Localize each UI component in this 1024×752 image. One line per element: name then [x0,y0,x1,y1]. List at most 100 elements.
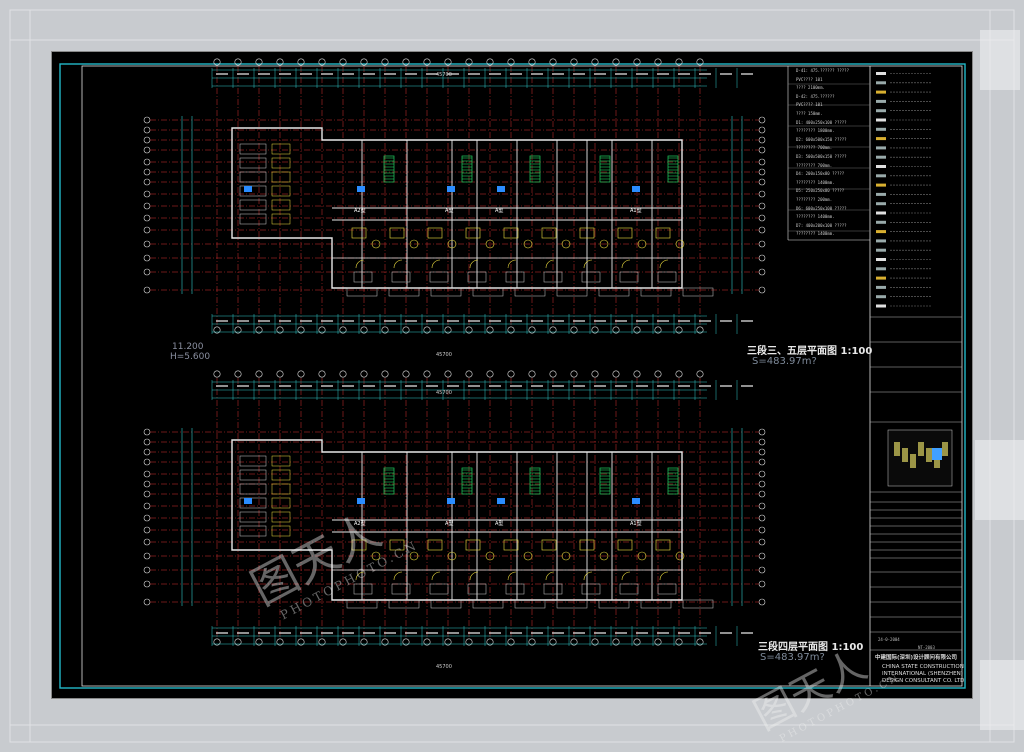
key-plan-block [926,448,932,462]
lower-axis-bubble-top [297,370,305,378]
lower-axis-bubble-left [143,538,151,546]
lower-door-swing [431,571,441,581]
tb-company-en-1: CHINA STATE CONSTRUCTION [882,664,964,670]
upper-room-fixture [657,271,677,283]
upper-room-tag [632,186,640,192]
upper-dim-text [531,320,543,322]
upper-dim-text [699,73,711,75]
legend-swatch [876,239,886,243]
upper-dim-text [720,320,732,322]
lower-axis-bubble-right [758,566,766,574]
upper-dim-text [300,320,312,322]
lower-furniture [617,539,633,551]
upper-axis-bubble-right [758,168,766,176]
lower-axis-bubble-top [360,370,368,378]
upper-wing-room [239,185,267,197]
lower-room-fixture [657,583,677,595]
upper-dim-text [405,320,417,322]
lower-balcony [598,599,630,609]
note-line: D3: 500x500x150 ????? [796,154,847,159]
overall-dimension-top: 45700 [436,72,452,78]
upper-dim-text [363,73,375,75]
note-line: ???? 150mm. [796,111,823,116]
upper-axis-bubble-left [143,226,151,234]
unit-tag: A2型 [354,208,366,214]
lower-axis-bubble-right [758,538,766,546]
upper-plan-area: S=483.97m? [752,356,817,367]
lower-dim-text [657,632,669,634]
upper-axis-bubble-right [758,286,766,294]
lower-dim-text [552,632,564,634]
lower-axis-bubble-left [143,438,151,446]
unit-tag: A1型 [630,208,642,214]
upper-axis-bubble-left [143,158,151,166]
upper-furniture [389,227,405,239]
upper-room-tag [447,186,455,192]
upper-dim-text [216,73,228,75]
lower-dim-text [216,632,228,634]
lower-dim-text [384,632,396,634]
note-line: D4: 200x150x80 ????? [796,171,845,177]
legend-swatch [876,304,886,308]
lower-dim-text [678,632,690,634]
upper-axis-bubble-right [758,178,766,186]
legend-swatch [876,258,886,261]
lower-dim-text [300,632,312,634]
lower-axis-bubble-left [143,580,151,588]
upper-dim-text [552,320,564,322]
upper-dim-text [279,320,291,322]
lower-dim-text [342,385,354,387]
lower-dim-text [531,385,543,387]
upper-door-swing [507,259,517,269]
tb-company-cn: 中建国际(深圳)设计顾问有限公司 [875,655,958,661]
upper-dim-text [531,73,543,75]
tb-date: 24-0-2004 [878,637,900,642]
upper-plan-title: 三段三、五层平面图 1:100 [747,346,873,357]
upper-dim-text [552,73,564,75]
lower-door-swing [393,571,403,581]
upper-axis-bubble-left [143,136,151,144]
upper-axis-bubble-left [143,202,151,210]
lower-wing-fixture [271,469,291,481]
lower-dim-text [699,632,711,634]
upper-furniture [541,227,557,239]
upper-dim-text [279,73,291,75]
lower-axis-bubble-right [758,470,766,478]
lower-dim-text [363,632,375,634]
upper-dim-text [321,320,333,322]
upper-dim-text [489,320,501,322]
lower-axis-bubble-top [276,370,284,378]
lower-dim-text [237,632,249,634]
lower-dim-text [657,385,669,387]
lower-axis-bubble-right [758,598,766,606]
lower-axis-bubble-top [591,370,599,378]
lower-dim-text [699,385,711,387]
lower-dim-text [636,632,648,634]
lower-dim-text [405,632,417,634]
lower-dim-text [216,385,228,387]
lower-dim-text [615,632,627,634]
lower-room-fixture [581,583,601,595]
key-plan [887,429,953,487]
lower-dim-text [279,632,291,634]
upper-dim-text [468,73,480,75]
lower-dim-text [552,385,564,387]
upper-axis-bubble-left [143,214,151,222]
lower-dim-text [594,632,606,634]
upper-axis-bubble-left [143,268,151,276]
legend-swatch [876,165,886,168]
legend-swatch [876,183,886,187]
upper-balcony [556,287,588,297]
upper-wing-room [239,143,267,155]
upper-axis-bubble-left [143,254,151,262]
lower-stair [667,467,679,495]
upper-dim-text [237,320,249,322]
lower-dim-text [447,632,459,634]
unit-tag: A型 [495,208,504,214]
upper-axis-bubble-right [758,254,766,262]
lower-axis-bubble-left [143,448,151,456]
legend-swatch [876,155,886,159]
cad-canvas [59,58,966,689]
lower-door-swing [583,571,593,581]
lower-balcony [472,599,504,609]
